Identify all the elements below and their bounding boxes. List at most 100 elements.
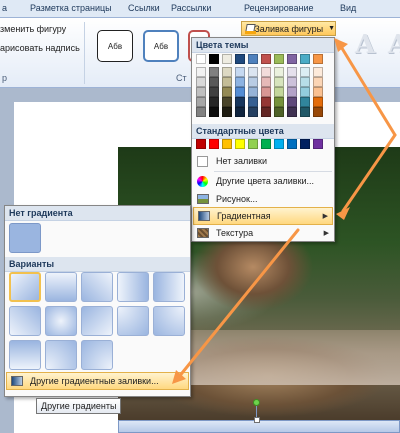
no-gradient-option[interactable] [9,223,41,253]
color-swatch[interactable] [274,107,284,117]
gradient-variant-option[interactable] [45,306,77,336]
color-swatch[interactable] [287,139,297,149]
color-swatch[interactable] [261,87,271,97]
color-swatch[interactable] [248,97,258,107]
tab-references[interactable]: Ссылки [128,3,160,13]
color-swatch[interactable] [313,67,323,77]
color-swatch[interactable] [274,54,284,64]
color-swatch[interactable] [222,54,232,64]
color-swatch[interactable] [235,67,245,77]
color-swatch[interactable] [196,139,206,149]
gradient-variant-option[interactable] [153,306,185,336]
color-swatch[interactable] [235,97,245,107]
color-swatch[interactable] [287,67,297,77]
tab-view[interactable]: Вид [340,3,356,13]
color-swatch[interactable] [248,54,258,64]
color-swatch[interactable] [222,139,232,149]
color-swatch[interactable] [313,54,323,64]
color-swatch[interactable] [261,139,271,149]
wordart-style-thumb[interactable]: A [355,30,375,60]
color-swatch[interactable] [287,54,297,64]
color-swatch[interactable] [300,67,310,77]
color-swatch[interactable] [248,77,258,87]
color-swatch[interactable] [196,67,206,77]
color-swatch[interactable] [287,87,297,97]
tab-review[interactable]: Рецензирование [244,3,314,13]
gradient-variant-option[interactable] [117,306,149,336]
picture-fill-item[interactable]: Рисунок... [193,190,333,208]
color-swatch[interactable] [300,107,310,117]
color-swatch[interactable] [235,77,245,87]
tab-mailings[interactable]: Рассылки [171,3,211,13]
color-swatch[interactable] [248,139,258,149]
gradient-variant-option[interactable] [45,340,77,370]
color-swatch[interactable] [209,77,219,87]
color-swatch[interactable] [274,77,284,87]
color-swatch[interactable] [274,97,284,107]
color-swatch[interactable] [248,107,258,117]
color-swatch[interactable] [287,107,297,117]
color-swatch[interactable] [196,97,206,107]
gradient-variant-option[interactable] [153,272,185,302]
color-swatch[interactable] [222,67,232,77]
color-swatch[interactable] [209,107,219,117]
color-swatch[interactable] [222,107,232,117]
gradient-variant-option[interactable] [9,272,41,302]
rotation-handle[interactable] [253,399,260,406]
color-swatch[interactable] [196,87,206,97]
more-fill-colors-item[interactable]: Другие цвета заливки... [193,172,333,190]
color-swatch[interactable] [274,67,284,77]
color-swatch[interactable] [196,77,206,87]
color-swatch[interactable] [300,139,310,149]
color-swatch[interactable] [209,54,219,64]
color-swatch[interactable] [261,54,271,64]
color-swatch[interactable] [261,107,271,117]
color-swatch[interactable] [300,54,310,64]
color-swatch[interactable] [196,54,206,64]
color-swatch[interactable] [274,139,284,149]
color-swatch[interactable] [209,67,219,77]
gradient-variant-option[interactable] [81,306,113,336]
color-swatch[interactable] [196,107,206,117]
gradient-variant-option[interactable] [81,272,113,302]
color-swatch[interactable] [235,107,245,117]
texture-fill-item[interactable]: Текстура ▶ [193,224,333,242]
color-swatch[interactable] [261,77,271,87]
color-swatch[interactable] [287,97,297,107]
gradient-variant-option[interactable] [117,272,149,302]
tab-page-layout[interactable]: Разметка страницы [30,3,112,13]
change-shape-button[interactable]: зменить фигуру [0,24,66,34]
color-swatch[interactable] [235,139,245,149]
gradient-variant-option[interactable] [45,272,77,302]
color-swatch[interactable] [261,97,271,107]
color-swatch[interactable] [313,107,323,117]
color-swatch[interactable] [274,87,284,97]
color-swatch[interactable] [313,77,323,87]
color-swatch[interactable] [222,77,232,87]
no-fill-item[interactable]: Нет заливки [193,152,333,170]
wordart-style-thumb[interactable]: A [388,30,400,60]
color-swatch[interactable] [222,97,232,107]
color-swatch[interactable] [209,87,219,97]
gradient-variant-option[interactable] [9,306,41,336]
color-swatch[interactable] [287,77,297,87]
color-swatch[interactable] [313,139,323,149]
color-swatch[interactable] [300,97,310,107]
color-swatch[interactable] [235,54,245,64]
color-swatch[interactable] [300,87,310,97]
shape-style-thumb[interactable]: Абв [143,30,179,62]
color-swatch[interactable] [248,67,258,77]
color-swatch[interactable] [248,87,258,97]
color-swatch[interactable] [313,97,323,107]
tab-partial[interactable]: а [2,3,7,13]
shape-fill-button[interactable]: Заливка фигуры ▼ [241,21,336,36]
color-swatch[interactable] [300,77,310,87]
resize-handle[interactable] [254,417,260,423]
draw-textbox-button[interactable]: арисовать надпись [0,43,80,53]
color-swatch[interactable] [209,97,219,107]
gradient-variant-option[interactable] [81,340,113,370]
gradient-variant-option[interactable] [9,340,41,370]
color-swatch[interactable] [313,87,323,97]
color-swatch[interactable] [209,139,219,149]
gradient-fill-item[interactable]: Градиентная ▶ [193,207,333,225]
